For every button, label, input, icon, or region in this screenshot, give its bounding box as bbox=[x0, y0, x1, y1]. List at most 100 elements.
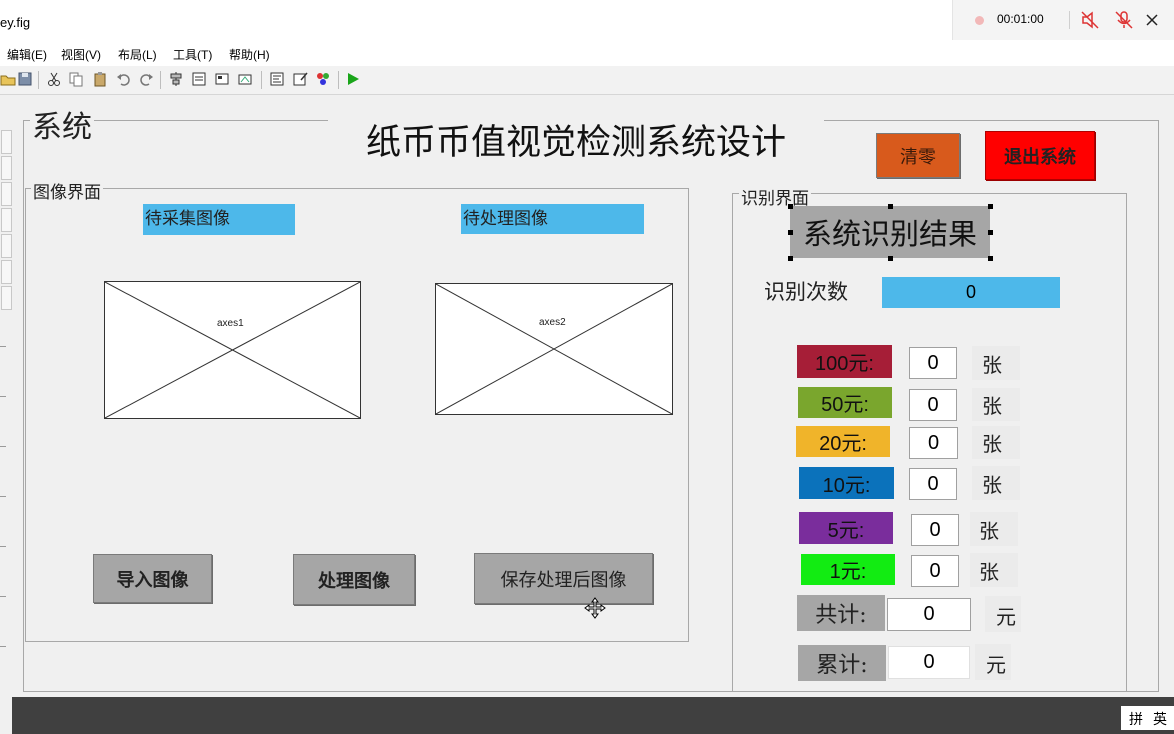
toolbar-separator bbox=[160, 71, 161, 89]
move-cursor-icon bbox=[584, 597, 606, 619]
denomination-20-count[interactable]: 0 bbox=[909, 427, 958, 459]
denomination-10-count[interactable]: 0 bbox=[909, 468, 957, 500]
denomination-100-unit: 张 bbox=[982, 353, 1002, 377]
total-label: 共计: bbox=[797, 595, 885, 631]
speaker-muted-icon[interactable] bbox=[1079, 9, 1101, 31]
selection-handle[interactable] bbox=[988, 204, 993, 209]
axes2[interactable]: axes2 bbox=[435, 283, 673, 415]
undo-icon[interactable] bbox=[116, 71, 132, 87]
mic-muted-icon[interactable] bbox=[1113, 9, 1135, 31]
toolbar bbox=[0, 66, 1174, 95]
menu-bar: 编辑(E) 视图(V) 布局(L) 工具(T) 帮助(H) bbox=[0, 40, 1174, 67]
screen-recorder-widget: 00:01:00 bbox=[952, 0, 1174, 41]
align-icon[interactable] bbox=[168, 71, 184, 87]
denomination-10-unit: 张 bbox=[982, 473, 1002, 497]
ime-pinyin-label: 拼 bbox=[1129, 712, 1143, 728]
cumulative-label: 累计: bbox=[798, 645, 886, 681]
denomination-5-count[interactable]: 0 bbox=[911, 514, 959, 546]
denomination-1-unit: 张 bbox=[979, 560, 999, 584]
copy-icon[interactable] bbox=[68, 71, 84, 87]
ruler-tick bbox=[0, 496, 6, 497]
component-palette-item[interactable] bbox=[1, 130, 12, 154]
menu-editor-icon[interactable] bbox=[191, 71, 207, 87]
axes1-label: axes1 bbox=[217, 318, 244, 329]
axes-placeholder-cross bbox=[436, 284, 672, 414]
component-palette-item[interactable] bbox=[1, 260, 12, 284]
axes-placeholder-cross bbox=[105, 282, 360, 418]
record-dot-icon[interactable] bbox=[975, 16, 984, 25]
recognition-count-label: 识别次数 bbox=[764, 280, 848, 304]
property-inspector-icon[interactable] bbox=[292, 71, 308, 87]
axes2-label: axes2 bbox=[539, 317, 566, 328]
cut-icon[interactable] bbox=[46, 71, 62, 87]
ruler-tick bbox=[0, 546, 6, 547]
open-icon[interactable] bbox=[0, 71, 16, 87]
component-palette-item[interactable] bbox=[1, 208, 12, 232]
menu-help[interactable]: 帮助(H) bbox=[229, 46, 270, 63]
save-icon[interactable] bbox=[17, 71, 33, 87]
component-palette-item[interactable] bbox=[1, 156, 12, 180]
selection-handle[interactable] bbox=[788, 230, 793, 235]
component-palette-item[interactable] bbox=[1, 234, 12, 258]
recognition-count-value: 0 bbox=[882, 277, 1060, 308]
selection-handle[interactable] bbox=[988, 256, 993, 261]
denomination-100-count[interactable]: 0 bbox=[909, 347, 957, 379]
menu-tools[interactable]: 工具(T) bbox=[173, 46, 212, 63]
denomination-10-label: 10元: bbox=[799, 467, 894, 499]
denomination-100-label: 100元: bbox=[797, 345, 892, 378]
close-icon[interactable] bbox=[1141, 9, 1163, 31]
main-title: 纸币币值视觉检测系统设计 bbox=[328, 114, 824, 164]
toolbar-editor-icon[interactable] bbox=[237, 71, 253, 87]
tab-order-icon[interactable] bbox=[214, 71, 230, 87]
window-title: ey.fig bbox=[0, 15, 31, 30]
image-panel-title: 图像界面 bbox=[31, 178, 103, 203]
toolbar-separator bbox=[38, 71, 39, 89]
editor-icon[interactable] bbox=[269, 71, 285, 87]
component-palette-item[interactable] bbox=[1, 182, 12, 206]
process-image-button[interactable]: 处理图像 bbox=[293, 554, 415, 605]
ruler-tick bbox=[0, 346, 6, 347]
selection-handle[interactable] bbox=[788, 256, 793, 261]
denomination-50-count[interactable]: 0 bbox=[909, 389, 957, 421]
label-to-capture: 待采集图像 bbox=[143, 204, 295, 235]
denomination-1-label: 1元: bbox=[801, 554, 895, 585]
object-browser-icon[interactable] bbox=[315, 71, 331, 87]
axes1[interactable]: axes1 bbox=[104, 281, 361, 419]
denomination-1-count[interactable]: 0 bbox=[911, 555, 959, 587]
selection-handle[interactable] bbox=[988, 230, 993, 235]
import-image-button[interactable]: 导入图像 bbox=[93, 554, 212, 603]
label-to-process: 待处理图像 bbox=[461, 204, 644, 234]
denomination-20-unit: 张 bbox=[982, 432, 1002, 456]
ime-english-label: 英 bbox=[1153, 712, 1167, 728]
run-play-icon[interactable] bbox=[345, 71, 361, 87]
cumulative-unit: 元 bbox=[986, 653, 1006, 677]
ruler-tick bbox=[0, 646, 6, 647]
divider bbox=[1069, 11, 1070, 29]
denomination-5-unit: 张 bbox=[979, 519, 999, 543]
save-processed-image-button[interactable]: 保存处理后图像 bbox=[474, 553, 653, 604]
denomination-50-label: 50元: bbox=[798, 387, 892, 418]
ruler-tick bbox=[0, 446, 6, 447]
selection-handle[interactable] bbox=[788, 204, 793, 209]
component-palette-item[interactable] bbox=[1, 286, 12, 310]
ruler-tick bbox=[0, 596, 6, 597]
denomination-20-label: 20元: bbox=[796, 426, 890, 457]
cumulative-value[interactable]: 0 bbox=[888, 646, 970, 679]
menu-edit[interactable]: 编辑(E) bbox=[7, 46, 47, 63]
redo-icon[interactable] bbox=[138, 71, 154, 87]
paste-icon[interactable] bbox=[92, 71, 108, 87]
toolbar-separator bbox=[338, 71, 339, 89]
selection-handle[interactable] bbox=[888, 204, 893, 209]
menu-layout[interactable]: 布局(L) bbox=[118, 46, 157, 63]
menu-view[interactable]: 视图(V) bbox=[61, 46, 101, 63]
clear-button[interactable]: 清零 bbox=[876, 133, 960, 178]
ime-indicator[interactable]: 拼 英 bbox=[1121, 706, 1174, 730]
recording-time: 00:01:00 bbox=[997, 12, 1044, 26]
denomination-5-label: 5元: bbox=[799, 512, 893, 544]
system-panel-title: 系统 bbox=[30, 102, 94, 146]
total-value[interactable]: 0 bbox=[887, 598, 971, 631]
status-band bbox=[12, 697, 1174, 734]
exit-button[interactable]: 退出系统 bbox=[985, 131, 1095, 180]
selection-handle[interactable] bbox=[888, 256, 893, 261]
result-title[interactable]: 系统识别结果 bbox=[790, 206, 990, 258]
